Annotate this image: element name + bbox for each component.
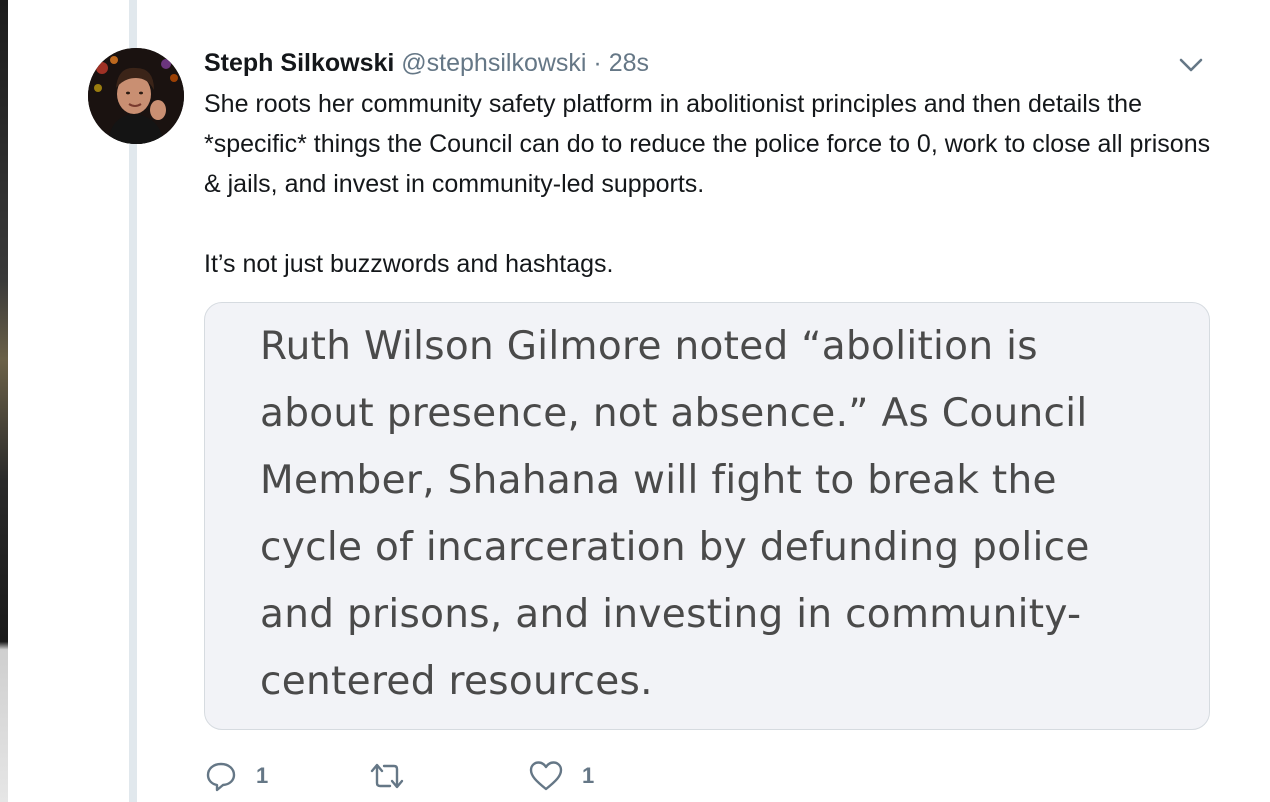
tweet-paragraph: It’s not just buzzwords and hashtags. xyxy=(204,250,614,278)
tweet-text: She roots her community safety platform … xyxy=(204,84,1214,284)
author-name[interactable]: Steph Silkowski xyxy=(204,49,394,77)
tweet-menu-button[interactable] xyxy=(1176,52,1206,76)
retweet-button[interactable] xyxy=(368,756,424,796)
like-button[interactable]: 1 xyxy=(528,756,594,796)
image-quote-text: Ruth Wilson Gilmore noted “abolition is … xyxy=(260,324,1090,704)
reply-count: 1 xyxy=(256,763,269,788)
tweet-header: Steph Silkowski @stephsilkowski · 28s xyxy=(204,46,649,80)
like-count: 1 xyxy=(582,763,595,788)
avatar[interactable] xyxy=(88,48,184,144)
attached-image[interactable]: Ruth Wilson Gilmore noted “abolition is … xyxy=(204,302,1210,730)
tweet-paragraph: She roots her community safety platform … xyxy=(204,90,1211,198)
author-handle[interactable]: @stephsilkowski xyxy=(401,49,586,77)
tweet-timestamp[interactable]: 28s xyxy=(609,49,649,77)
heart-icon xyxy=(528,759,564,793)
retweet-icon xyxy=(368,759,406,793)
reply-icon xyxy=(204,759,238,793)
header-separator: · xyxy=(593,49,602,77)
chevron-down-icon xyxy=(1176,58,1206,80)
window-left-edge xyxy=(0,0,8,802)
reply-button[interactable]: 1 xyxy=(204,756,268,796)
tweet-actions: 1 1 xyxy=(204,756,804,796)
